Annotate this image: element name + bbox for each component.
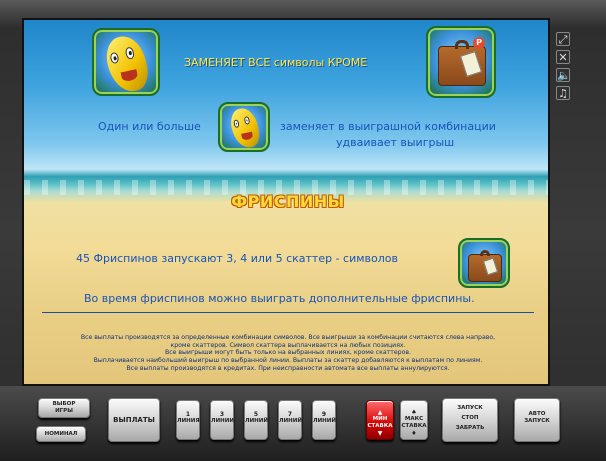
slot-cabinet: ЗАМЕНЯЕТ ВСЕ символы КРОМЕ P Один или бо… xyxy=(0,0,606,461)
close-icon[interactable]: ✕ xyxy=(556,50,570,64)
max-bet-line2: СТАВКА xyxy=(401,423,427,429)
freespins-title: ФРИСПИНЫ xyxy=(231,192,345,211)
freespins-retrigger-text: Во время фриспинов можно выиграть дополн… xyxy=(84,292,475,305)
music-icon[interactable]: ♫ xyxy=(556,86,570,100)
sound-icon[interactable]: 🔈 xyxy=(556,68,571,82)
lines-7-number: 7 xyxy=(287,411,293,418)
select-game-line2: ИГРЫ xyxy=(55,408,73,414)
lines-1-button[interactable]: 1 ЛИНИЯ xyxy=(176,400,200,440)
lines-3-button[interactable]: 3 ЛИНИИ xyxy=(210,400,234,440)
one-or-more-text: Один или больше xyxy=(98,120,201,133)
denomination-button[interactable]: НОМИНАЛ xyxy=(36,426,86,442)
doubles-text: удваивает выигрыш xyxy=(336,136,455,149)
freespins-trigger-text: 45 Фриспинов запускают 3, 4 или 5 скатте… xyxy=(76,252,398,265)
wild-description: ЗАМЕНЯЕТ ВСЕ символы КРОМЕ xyxy=(184,56,368,69)
min-bet-down-icon: ▼ xyxy=(377,430,383,437)
rules-line: Выплачивается наибольший выигрыш по выбр… xyxy=(93,357,483,365)
lines-7-label: ЛИНИЙ xyxy=(279,418,302,424)
lines-5-number: 5 xyxy=(253,411,259,418)
lines-1-number: 1 xyxy=(185,411,191,418)
stop-label: СТОП xyxy=(461,415,479,421)
lines-3-label: ЛИНИИ xyxy=(211,418,234,424)
autostart-button[interactable]: АВТО ЗАПУСК xyxy=(514,398,560,442)
lines-9-label: ЛИНИЙ xyxy=(313,418,336,424)
lines-1-label: ЛИНИЯ xyxy=(177,418,200,424)
rules-text: Все выплаты производятся за определенные… xyxy=(54,334,522,373)
banana-wild-small-icon xyxy=(228,105,262,150)
autostart-line1: АВТО xyxy=(528,411,546,417)
lines-7-button[interactable]: 7 ЛИНИЙ xyxy=(278,400,302,440)
max-bet-button[interactable]: ♠ МАКС СТАВКА ♦ xyxy=(400,400,428,440)
select-game-line1: ВЫБОР xyxy=(52,401,76,407)
scatter-symbol-small-tile xyxy=(458,238,510,288)
rules-divider xyxy=(42,312,534,313)
banana-wild-icon xyxy=(102,32,152,94)
start-label: ЗАПУСК xyxy=(457,405,483,411)
paytable-screen: ЗАМЕНЯЕТ ВСЕ символы КРОМЕ P Один или бо… xyxy=(22,18,550,386)
rules-line: Все выигрыши могут быть только на выбран… xyxy=(164,349,412,357)
min-bet-button[interactable]: ▲ МИН СТАВКА ▼ xyxy=(366,400,394,440)
rules-line: Все выплаты производятся за определенные… xyxy=(80,334,496,341)
fullscreen-icon[interactable]: ⤢ xyxy=(556,32,570,46)
replaces-text: заменяет в выиграшной комбинации xyxy=(280,120,496,133)
max-bet-spade-icon: ♠ xyxy=(411,409,417,416)
max-bet-line1: МАКС xyxy=(404,416,424,422)
select-game-button[interactable]: ВЫБОР ИГРЫ xyxy=(38,398,90,418)
autostart-line2: ЗАПУСК xyxy=(524,418,550,424)
control-panel: ВЫБОР ИГРЫ НОМИНАЛ ВЫПЛАТЫ 1 ЛИНИЯ 3 ЛИН… xyxy=(0,386,606,461)
min-bet-line2: СТАВКА xyxy=(367,423,393,429)
lines-5-label: ЛИНИЙ xyxy=(245,418,268,424)
suitcase-scatter-small-icon xyxy=(468,250,502,282)
max-bet-diamond-icon: ♦ xyxy=(411,430,417,437)
payouts-button[interactable]: ВЫПЛАТЫ xyxy=(108,398,160,442)
lines-9-button[interactable]: 9 ЛИНИЙ xyxy=(312,400,336,440)
scatter-symbol-tile: P xyxy=(426,26,496,98)
take-label: ЗАБРАТЬ xyxy=(455,425,485,431)
lines-5-button[interactable]: 5 ЛИНИЙ xyxy=(244,400,268,440)
rules-line: Все выплаты производятся в кредитах. При… xyxy=(126,364,450,372)
suitcase-scatter-icon: P xyxy=(438,37,486,86)
start-stop-take-button[interactable]: ЗАПУСК СТОП ЗАБРАТЬ xyxy=(442,398,498,442)
lines-9-number: 9 xyxy=(321,411,327,418)
lines-3-number: 3 xyxy=(219,411,225,418)
wild-symbol-tile xyxy=(92,28,160,96)
min-bet-up-icon: ▲ xyxy=(377,409,383,416)
wild-symbol-small-tile xyxy=(218,102,270,152)
min-bet-line1: МИН xyxy=(372,416,388,422)
